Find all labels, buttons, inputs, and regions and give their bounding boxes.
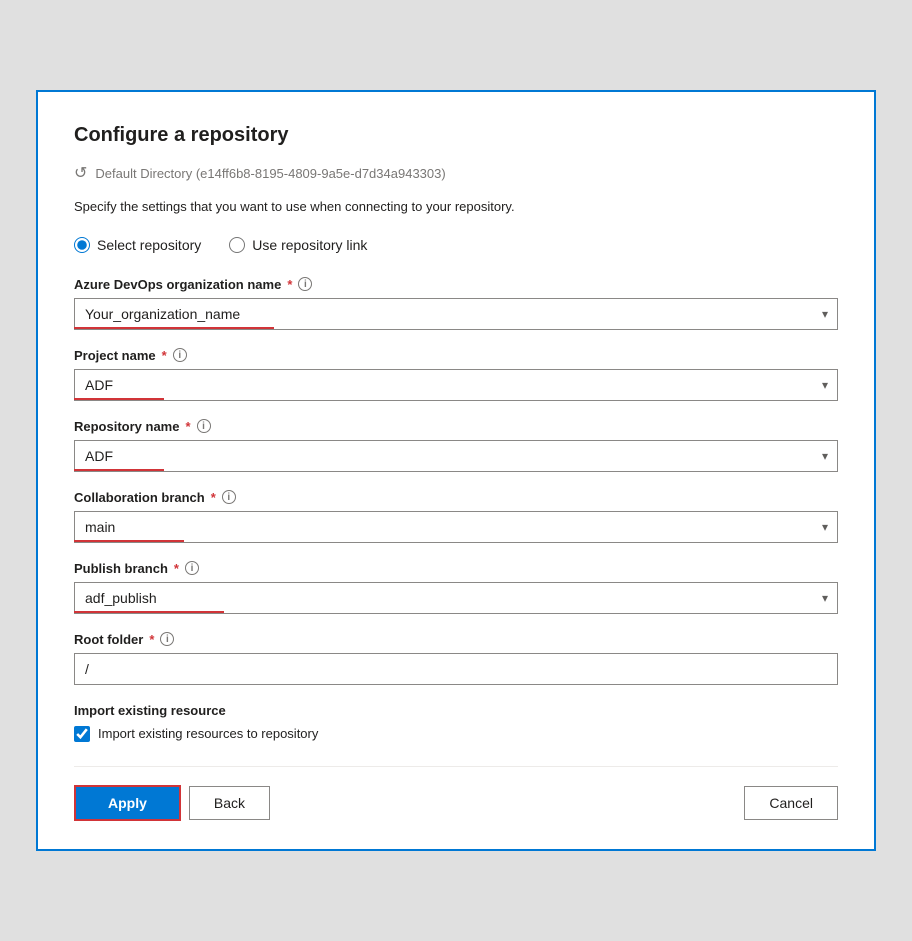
footer-divider xyxy=(74,766,838,767)
project-name-select-wrapper: ADF ▾ xyxy=(74,369,838,401)
org-name-info-icon[interactable]: i xyxy=(298,277,312,291)
repo-name-required: * xyxy=(185,419,190,434)
import-section-title: Import existing resource xyxy=(74,703,838,718)
project-name-group: Project name * i ADF ▾ xyxy=(74,348,838,401)
repo-name-label: Repository name * i xyxy=(74,419,838,434)
publish-branch-info-icon[interactable]: i xyxy=(185,561,199,575)
project-name-label: Project name * i xyxy=(74,348,838,363)
project-name-required: * xyxy=(162,348,167,363)
publish-branch-required: * xyxy=(174,561,179,576)
publish-branch-group: Publish branch * i adf_publish ▾ xyxy=(74,561,838,614)
import-checkbox-label: Import existing resources to repository xyxy=(98,726,318,741)
org-name-required: * xyxy=(287,277,292,292)
root-folder-label: Root folder * i xyxy=(74,632,838,647)
collab-branch-required: * xyxy=(211,490,216,505)
import-checkbox-row[interactable]: Import existing resources to repository xyxy=(74,726,838,742)
cancel-button[interactable]: Cancel xyxy=(744,786,838,820)
collab-branch-select-wrapper: main ▾ xyxy=(74,511,838,543)
org-name-group: Azure DevOps organization name * i Your_… xyxy=(74,277,838,330)
org-name-select[interactable]: Your_organization_name xyxy=(74,298,838,330)
repo-name-select-wrapper: ADF ▾ xyxy=(74,440,838,472)
configure-repository-dialog: Configure a repository ↺ Default Directo… xyxy=(36,90,876,851)
use-repository-link-label: Use repository link xyxy=(252,237,367,253)
repository-type-radio-group: Select repository Use repository link xyxy=(74,237,838,253)
root-folder-required: * xyxy=(149,632,154,647)
project-name-select[interactable]: ADF xyxy=(74,369,838,401)
collab-branch-info-icon[interactable]: i xyxy=(222,490,236,504)
publish-branch-select[interactable]: adf_publish xyxy=(74,582,838,614)
root-folder-group: Root folder * i xyxy=(74,632,838,685)
use-repository-link-radio[interactable] xyxy=(229,237,245,253)
publish-branch-select-wrapper: adf_publish ▾ xyxy=(74,582,838,614)
repo-name-group: Repository name * i ADF ▾ xyxy=(74,419,838,472)
publish-branch-label: Publish branch * i xyxy=(74,561,838,576)
root-folder-info-icon[interactable]: i xyxy=(160,632,174,646)
collab-branch-select[interactable]: main xyxy=(74,511,838,543)
dialog-title: Configure a repository xyxy=(74,124,838,147)
select-repository-label: Select repository xyxy=(97,237,201,253)
repo-name-select[interactable]: ADF xyxy=(74,440,838,472)
apply-button[interactable]: Apply xyxy=(74,785,181,821)
import-section: Import existing resource Import existing… xyxy=(74,703,838,742)
directory-row: ↺ Default Directory (e14ff6b8-8195-4809-… xyxy=(74,163,838,183)
import-existing-checkbox[interactable] xyxy=(74,726,90,742)
repo-name-info-icon[interactable]: i xyxy=(197,419,211,433)
collab-branch-label: Collaboration branch * i xyxy=(74,490,838,505)
use-repository-link-option[interactable]: Use repository link xyxy=(229,237,367,253)
root-folder-input[interactable] xyxy=(74,653,838,685)
collab-branch-group: Collaboration branch * i main ▾ xyxy=(74,490,838,543)
description-text: Specify the settings that you want to us… xyxy=(74,197,838,217)
footer-buttons: Apply Back Cancel xyxy=(74,785,838,821)
directory-icon: ↺ xyxy=(74,163,87,183)
select-repository-radio[interactable] xyxy=(74,237,90,253)
directory-text: Default Directory (e14ff6b8-8195-4809-9a… xyxy=(95,166,445,181)
project-name-info-icon[interactable]: i xyxy=(173,348,187,362)
select-repository-option[interactable]: Select repository xyxy=(74,237,201,253)
back-button[interactable]: Back xyxy=(189,786,270,820)
org-name-select-wrapper: Your_organization_name ▾ xyxy=(74,298,838,330)
org-name-label: Azure DevOps organization name * i xyxy=(74,277,838,292)
